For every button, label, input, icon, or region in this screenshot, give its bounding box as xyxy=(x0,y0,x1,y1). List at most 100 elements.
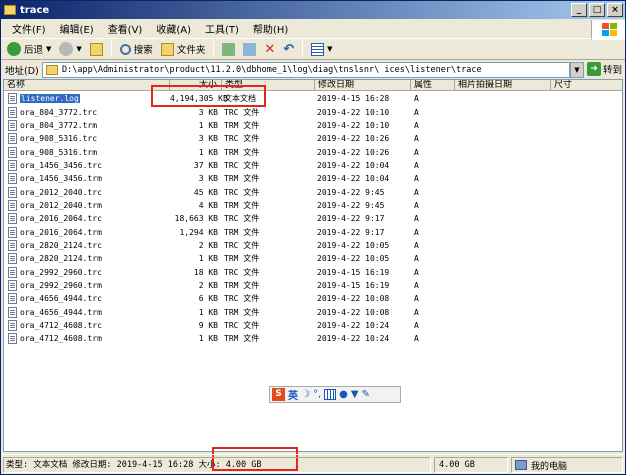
file-attributes: A xyxy=(414,187,419,197)
column-type[interactable]: 类型 xyxy=(222,80,315,91)
toolbar-separator xyxy=(302,41,304,57)
computer-icon xyxy=(515,460,527,470)
file-row[interactable]: ora_804_3772.trc 3 KB TRC 文件 2019-4-22 10:1… xyxy=(4,105,622,118)
file-attributes: A xyxy=(414,174,419,184)
file-name-cell: ora_804_3772.trc xyxy=(4,106,170,118)
file-name: ora_4712_4608.trm xyxy=(20,334,102,344)
file-attributes: A xyxy=(414,160,419,170)
file-row[interactable]: ora_4656_4944.trc 6 KB TRC 文件 2019-4-22 10:… xyxy=(4,292,622,305)
back-button[interactable]: 后退 ▼ xyxy=(5,40,53,58)
file-size: 1 KB xyxy=(198,254,218,264)
chevron-down-icon: ▼ xyxy=(46,45,52,53)
file-row[interactable]: ora_4712_4608.trc 9 KB TRC 文件 2019-4-22 10:… xyxy=(4,319,622,332)
file-type: TRC 文件 xyxy=(224,160,260,170)
file-attributes: A xyxy=(414,307,419,317)
menu-help[interactable]: 帮助(H) xyxy=(246,21,295,36)
file-name: ora_1456_3456.trm xyxy=(20,174,102,184)
file-row[interactable]: ora_804_3772.trm 1 KB TRM 文件 2019-4-22 10:1… xyxy=(4,119,622,132)
file-attributes: A xyxy=(414,240,419,250)
forward-button[interactable]: ▼ xyxy=(57,40,83,58)
back-arrow-icon xyxy=(7,42,21,56)
file-attributes: A xyxy=(414,107,419,117)
file-row[interactable]: ora_2820_2124.trm 1 KB TRM 文件 2019-4-22 10:… xyxy=(4,252,622,265)
file-name: ora_2012_2040.trm xyxy=(20,200,102,210)
file-type: TRM 文件 xyxy=(224,227,260,237)
file-name: ora_4712_4608.trc xyxy=(20,321,102,331)
file-attributes: A xyxy=(414,120,419,130)
move-to-button[interactable] xyxy=(220,40,237,58)
file-size: 2 KB xyxy=(198,240,218,250)
maximize-button[interactable]: □ xyxy=(589,3,605,17)
file-type: TRM 文件 xyxy=(224,334,260,344)
file-icon xyxy=(8,306,17,318)
file-icon xyxy=(8,199,17,211)
undo-button[interactable]: ↶ xyxy=(281,40,296,58)
ime-toolbar[interactable]: S 英 ☽ °, ● ▼ ✎ xyxy=(269,386,401,403)
file-size: 1 KB xyxy=(198,120,218,130)
windows-logo-icon xyxy=(591,20,625,40)
file-name: ora_804_3772.trc xyxy=(20,107,98,117)
menu-favorites[interactable]: 收藏(A) xyxy=(149,21,198,36)
file-icon xyxy=(8,119,17,131)
column-modified[interactable]: 修改日期 xyxy=(315,80,411,91)
file-row[interactable]: ora_908_5316.trm 1 KB TRM 文件 2019-4-22 10:2… xyxy=(4,145,622,158)
file-size: 1 KB xyxy=(198,147,218,157)
file-row[interactable]: ora_2012_2040.trm 4 KB TRM 文件 2019-4-22 9:4… xyxy=(4,199,622,212)
back-label: 后退 xyxy=(24,45,44,56)
menu-tools[interactable]: 工具(T) xyxy=(198,21,246,36)
up-folder-button[interactable] xyxy=(88,40,105,58)
search-label: 搜索 xyxy=(133,45,153,56)
file-type: TRC 文件 xyxy=(224,187,260,197)
file-row[interactable]: ora_2016_2064.trc 18,663 KB TRC 文件 2019-4-2… xyxy=(4,212,622,225)
status-details: 类型: 文本文档 修改日期: 2019-4-15 16:28 大小: 4.00 … xyxy=(3,457,431,473)
menu-file[interactable]: 文件(F) xyxy=(5,21,53,36)
column-attributes[interactable]: 属性 xyxy=(411,80,455,91)
toolbar-separator xyxy=(213,41,215,57)
file-modified: 2019-4-22 10:10 xyxy=(317,107,390,117)
file-size: 6 KB xyxy=(198,294,218,304)
folders-button[interactable]: 文件夹 xyxy=(159,40,208,58)
title-bar[interactable]: trace _ □ × xyxy=(1,1,625,19)
file-name-cell: ora_4656_4944.trc xyxy=(4,293,170,305)
menu-edit[interactable]: 编辑(E) xyxy=(53,21,101,36)
go-button[interactable]: ➜ 转到 xyxy=(587,62,622,76)
address-input[interactable]: D:\app\Administrator\product\11.2.0\dbho… xyxy=(42,62,570,78)
file-type: TRC 文件 xyxy=(224,214,260,224)
views-button[interactable]: ▼ xyxy=(309,40,334,58)
file-name-cell: ora_2012_2040.trc xyxy=(4,186,170,198)
forward-arrow-icon xyxy=(59,42,74,56)
file-name-cell: ora_908_5316.trm xyxy=(4,146,170,158)
file-row[interactable]: ora_2012_2040.trc 45 KB TRC 文件 2019-4-22 9:… xyxy=(4,185,622,198)
file-modified: 2019-4-15 16:19 xyxy=(317,280,390,290)
file-row[interactable]: ora_1456_3456.trm 3 KB TRM 文件 2019-4-22 10:… xyxy=(4,172,622,185)
file-row[interactable]: listener.log 4,194,305 KB 文本文档 2019-4-15 16… xyxy=(4,92,622,105)
delete-button[interactable]: ✕ xyxy=(262,40,277,58)
file-name-cell: listener.log xyxy=(4,93,170,105)
file-row[interactable]: ora_4656_4944.trm 1 KB TRM 文件 2019-4-22 10:… xyxy=(4,306,622,319)
file-row[interactable]: ora_2016_2064.trm 1,294 KB TRM 文件 2019-4-22… xyxy=(4,225,622,238)
menu-view[interactable]: 查看(V) xyxy=(101,21,150,36)
file-row[interactable]: ora_2820_2124.trc 2 KB TRC 文件 2019-4-22 10:… xyxy=(4,239,622,252)
move-to-icon xyxy=(222,42,236,56)
column-dimensions[interactable]: 尺寸 xyxy=(551,80,622,91)
status-location: 我的电脑 xyxy=(511,457,623,473)
address-dropdown-button[interactable]: ▼ xyxy=(570,62,584,78)
file-row[interactable]: ora_908_5316.trc 3 KB TRC 文件 2019-4-22 10:2… xyxy=(4,132,622,145)
file-row[interactable]: ora_2992_2960.trm 2 KB TRM 文件 2019-4-15 16:… xyxy=(4,279,622,292)
file-row[interactable]: ora_2992_2960.trc 18 KB TRC 文件 2019-4-15 16… xyxy=(4,265,622,278)
search-button[interactable]: 搜索 xyxy=(118,40,155,58)
file-icon xyxy=(8,266,17,278)
column-size[interactable]: 大小 xyxy=(170,80,222,91)
minimize-button[interactable]: _ xyxy=(571,3,587,17)
file-row[interactable]: ora_1456_3456.trc 37 KB TRC 文件 2019-4-22 10… xyxy=(4,159,622,172)
ime-mode-label: 英 xyxy=(288,391,298,402)
close-button[interactable]: × xyxy=(607,3,623,17)
file-name: ora_2992_2960.trc xyxy=(20,267,102,277)
column-name[interactable]: 名称 xyxy=(4,80,170,91)
file-row[interactable]: ora_4712_4608.trm 1 KB TRM 文件 2019-4-22 10:… xyxy=(4,332,622,345)
file-name: ora_2820_2124.trm xyxy=(20,254,102,264)
copy-to-button[interactable] xyxy=(241,40,258,58)
file-type: TRC 文件 xyxy=(224,134,260,144)
column-date-taken[interactable]: 相片拍摄日期 xyxy=(455,80,551,91)
file-type: TRC 文件 xyxy=(224,321,260,331)
